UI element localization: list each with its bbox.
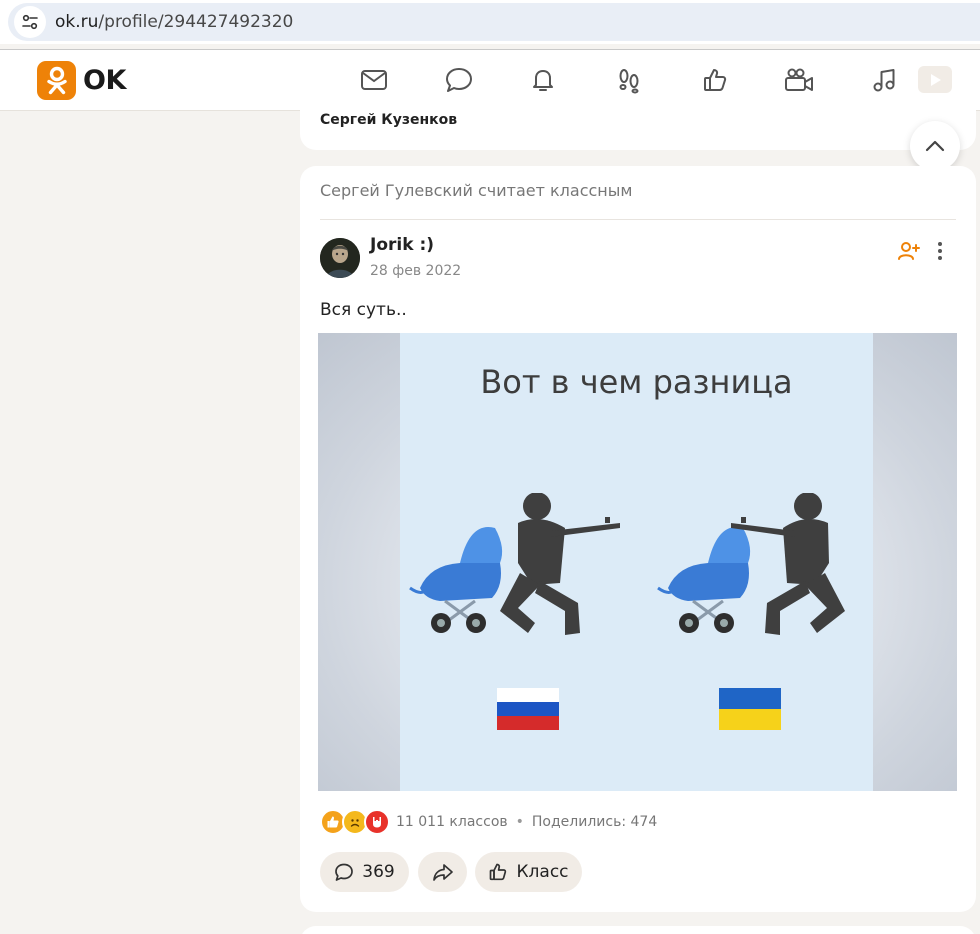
shares-count[interactable]: Поделились: 474: [532, 814, 657, 830]
video-camera-icon[interactable]: [783, 64, 815, 96]
stats-separator: •: [515, 814, 524, 830]
chevron-up-icon: [925, 140, 945, 152]
more-options-icon[interactable]: [928, 239, 952, 263]
mail-icon[interactable]: [358, 64, 390, 96]
reactions-stats: 11 011 классов • Поделились: 474: [396, 814, 657, 830]
post-card: Сергей Гулевский считает классным Jorik …: [300, 166, 976, 912]
url-path: /profile/294427492320: [98, 12, 294, 32]
stroller-soldier-illustration-right: [657, 493, 845, 635]
url-domain: ok.ru: [55, 12, 99, 32]
comments-count: 369: [362, 862, 395, 882]
share-icon: [432, 864, 453, 881]
video-play-icon[interactable]: [918, 66, 952, 93]
image-caption: Вот в чем разница: [480, 363, 793, 401]
add-friend-icon[interactable]: [897, 239, 921, 263]
post-image[interactable]: Вот в чем разница: [318, 333, 957, 791]
post-author[interactable]: Jorik :): [370, 235, 434, 255]
avatar[interactable]: [320, 238, 360, 278]
rock-reaction-icon: [364, 809, 390, 835]
address-bar[interactable]: ok.ru/profile/294427492320: [8, 3, 980, 41]
share-button[interactable]: [418, 852, 467, 892]
divider: [320, 219, 956, 220]
ok-logo-icon: [37, 61, 76, 100]
reactions-summary[interactable]: 11 011 классов • Поделились: 474: [320, 807, 657, 837]
chat-icon[interactable]: [443, 64, 475, 96]
bell-icon[interactable]: [527, 64, 559, 96]
ukraine-flag-icon: [719, 688, 781, 730]
russia-flag-icon: [497, 688, 559, 730]
comment-icon: [335, 863, 354, 881]
post-text: Вся суть..: [320, 300, 407, 320]
next-post-card: [300, 926, 976, 934]
post-date[interactable]: 28 фев 2022: [370, 263, 461, 279]
stroller-soldier-illustration-left: [409, 493, 620, 635]
previous-post-author[interactable]: Сергей Кузенков: [320, 112, 457, 128]
like-button-label: Класс: [516, 862, 569, 882]
site-info-icon[interactable]: [14, 6, 46, 38]
url-text[interactable]: ok.ru/profile/294427492320: [55, 12, 293, 32]
thumbs-up-icon: [490, 863, 507, 881]
like-button[interactable]: Класс: [475, 852, 582, 892]
ok-logo[interactable]: OK: [37, 61, 126, 100]
post-image-content: Вот в чем разница: [400, 333, 873, 791]
browser-bar: ok.ru/profile/294427492320: [0, 0, 980, 44]
previous-post-card: Сергей Кузенков: [300, 100, 976, 150]
scroll-to-top-button[interactable]: [910, 121, 960, 171]
like-icon[interactable]: [699, 64, 731, 96]
music-icon[interactable]: [868, 64, 900, 96]
ok-logo-text: OK: [83, 65, 126, 96]
feed-reason[interactable]: Сергей Гулевский считает классным: [320, 181, 632, 200]
comments-button[interactable]: 369: [320, 852, 409, 892]
footprints-icon[interactable]: [613, 64, 645, 96]
likes-count[interactable]: 11 011 классов: [396, 814, 508, 830]
